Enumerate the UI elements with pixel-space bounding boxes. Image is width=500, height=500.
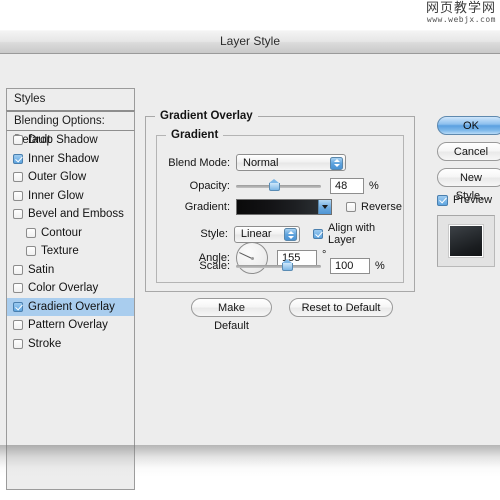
dialog-titlebar[interactable]: Layer Style [0, 30, 500, 54]
effect-item-label: Satin [28, 263, 55, 276]
opacity-label: Opacity: [189, 180, 230, 192]
reverse-checkbox[interactable] [346, 202, 356, 212]
scale-slider-track [236, 264, 321, 268]
effects-list[interactable]: Drop Shadow Inner Shadow Outer Glow Inner G… [6, 130, 135, 490]
effect-enable-checkbox[interactable] [13, 264, 23, 275]
gradient-preset-chevron-icon[interactable] [318, 200, 331, 214]
opacity-row: Opacity: 48 % [157, 178, 403, 194]
effect-enable-checkbox[interactable] [13, 301, 23, 312]
effect-enable-checkbox[interactable] [13, 320, 23, 331]
reset-to-default-button[interactable]: Reset to Default [289, 298, 393, 317]
gradient-row: Gradient: Reverse [157, 199, 403, 215]
effect-item-outer-glow[interactable]: Outer Glow [7, 168, 134, 187]
effect-item-label: Pattern Overlay [28, 319, 108, 332]
effect-item-contour[interactable]: Contour [7, 224, 134, 243]
dialog-body: Styles Blending Options: Default Drop Sh… [0, 54, 500, 490]
gradient-subgroup: Gradient Blend Mode: Normal Opacity: 48 … [156, 129, 404, 283]
blend-mode-row: Blend Mode: Normal [157, 154, 403, 171]
watermark: 网页教学网 www.webjx.com [426, 2, 496, 24]
watermark-chinese-text: 网页教学网 [425, 1, 496, 16]
styles-header[interactable]: Styles [6, 88, 135, 110]
effect-enable-checkbox[interactable] [13, 190, 23, 201]
opacity-input[interactable]: 48 [330, 178, 364, 194]
effect-enable-checkbox[interactable] [26, 246, 36, 257]
screenshot-root: 网页教学网 www.webjx.com Layer Style Styles B… [0, 0, 500, 500]
watermark-url: www.webjx.com [426, 14, 496, 24]
effect-item-label: Inner Shadow [28, 152, 99, 165]
make-default-button[interactable]: Make Default [191, 298, 272, 332]
blend-mode-value: Normal [243, 156, 279, 169]
gradient-label: Gradient: [184, 201, 230, 213]
effect-item-gradient-overlay[interactable]: Gradient Overlay [7, 297, 134, 316]
gradient-overlay-title: Gradient Overlay [155, 110, 258, 122]
dialog-actions: OK Cancel New Style.. Preview [437, 116, 500, 267]
scale-unit: % [375, 260, 385, 272]
chevron-updown-icon[interactable] [284, 228, 298, 241]
effect-item-bevel-and-emboss[interactable]: Bevel and Emboss [7, 205, 134, 224]
align-with-layer-checkbox[interactable] [313, 229, 324, 239]
scale-slider[interactable] [236, 259, 321, 273]
reverse-checkbox-group[interactable]: Reverse [346, 201, 402, 213]
new-style-button[interactable]: New Style.. [437, 168, 500, 202]
effect-item-satin[interactable]: Satin [7, 261, 134, 280]
cancel-button[interactable]: Cancel [437, 142, 500, 161]
effect-item-stroke[interactable]: Stroke [7, 335, 134, 354]
blend-mode-label: Blend Mode: [168, 156, 230, 169]
effect-item-texture[interactable]: Texture [7, 242, 134, 261]
preview-checkbox-group[interactable]: Preview [437, 194, 500, 206]
blending-options-row[interactable]: Blending Options: Default [6, 110, 135, 146]
effect-enable-checkbox[interactable] [13, 153, 23, 164]
ok-button[interactable]: OK [437, 116, 500, 135]
effect-item-label: Texture [41, 245, 79, 258]
gradient-overlay-group: Gradient Overlay Gradient Blend Mode: No… [145, 110, 415, 292]
style-select[interactable]: Linear [233, 225, 301, 243]
gradient-subgroup-title: Gradient [166, 129, 224, 141]
style-label: Style: [200, 228, 228, 240]
effect-item-label: Outer Glow [28, 171, 87, 184]
effect-item-label: Inner Glow [28, 189, 84, 202]
effect-item-label: Drop Shadow [28, 134, 98, 147]
scale-input[interactable]: 100 [330, 258, 370, 274]
chevron-updown-icon[interactable] [330, 156, 343, 170]
scale-slider-thumb[interactable] [281, 259, 293, 271]
style-value: Linear [240, 228, 272, 240]
scale-row: Scale: 100 % [157, 258, 403, 274]
opacity-slider[interactable] [236, 179, 321, 193]
dialog-title: Layer Style [219, 34, 281, 48]
effect-item-pattern-overlay[interactable]: Pattern Overlay [7, 316, 134, 335]
effect-enable-checkbox[interactable] [13, 209, 23, 220]
effect-item-inner-shadow[interactable]: Inner Shadow [7, 150, 134, 169]
gradient-swatch[interactable] [236, 199, 332, 215]
layer-style-dialog: Layer Style Styles Blending Options: Def… [0, 30, 500, 490]
scale-label: Scale: [199, 260, 230, 272]
opacity-slider-thumb[interactable] [268, 179, 280, 191]
preview-thumbnail-box [437, 215, 495, 267]
effect-enable-checkbox[interactable] [26, 227, 36, 238]
reverse-label: Reverse [361, 201, 402, 213]
effect-enable-checkbox[interactable] [13, 172, 23, 183]
preview-thumbnail [449, 225, 483, 257]
preview-label: Preview [453, 194, 493, 206]
effect-item-label: Contour [41, 226, 82, 239]
gradient-overlay-panel: Gradient Overlay Gradient Blend Mode: No… [145, 110, 415, 332]
effect-enable-checkbox[interactable] [13, 283, 23, 294]
opacity-unit: % [369, 180, 379, 192]
styles-sidebar: Styles Blending Options: Default Drop Sh… [6, 88, 135, 492]
dialog-drop-shadow [0, 445, 500, 477]
effect-enable-checkbox[interactable] [13, 338, 23, 349]
effect-item-inner-glow[interactable]: Inner Glow [7, 187, 134, 206]
default-buttons: Make Default Reset to Default [191, 298, 393, 332]
blend-mode-select[interactable]: Normal [236, 154, 346, 171]
effect-item-label: Color Overlay [28, 282, 99, 295]
effect-enable-checkbox[interactable] [13, 135, 23, 146]
effect-item-label: Gradient Overlay [28, 300, 115, 313]
effect-item-label: Bevel and Emboss [28, 208, 124, 221]
effect-item-label: Stroke [28, 337, 62, 350]
preview-checkbox[interactable] [437, 194, 448, 206]
effect-item-color-overlay[interactable]: Color Overlay [7, 279, 134, 298]
